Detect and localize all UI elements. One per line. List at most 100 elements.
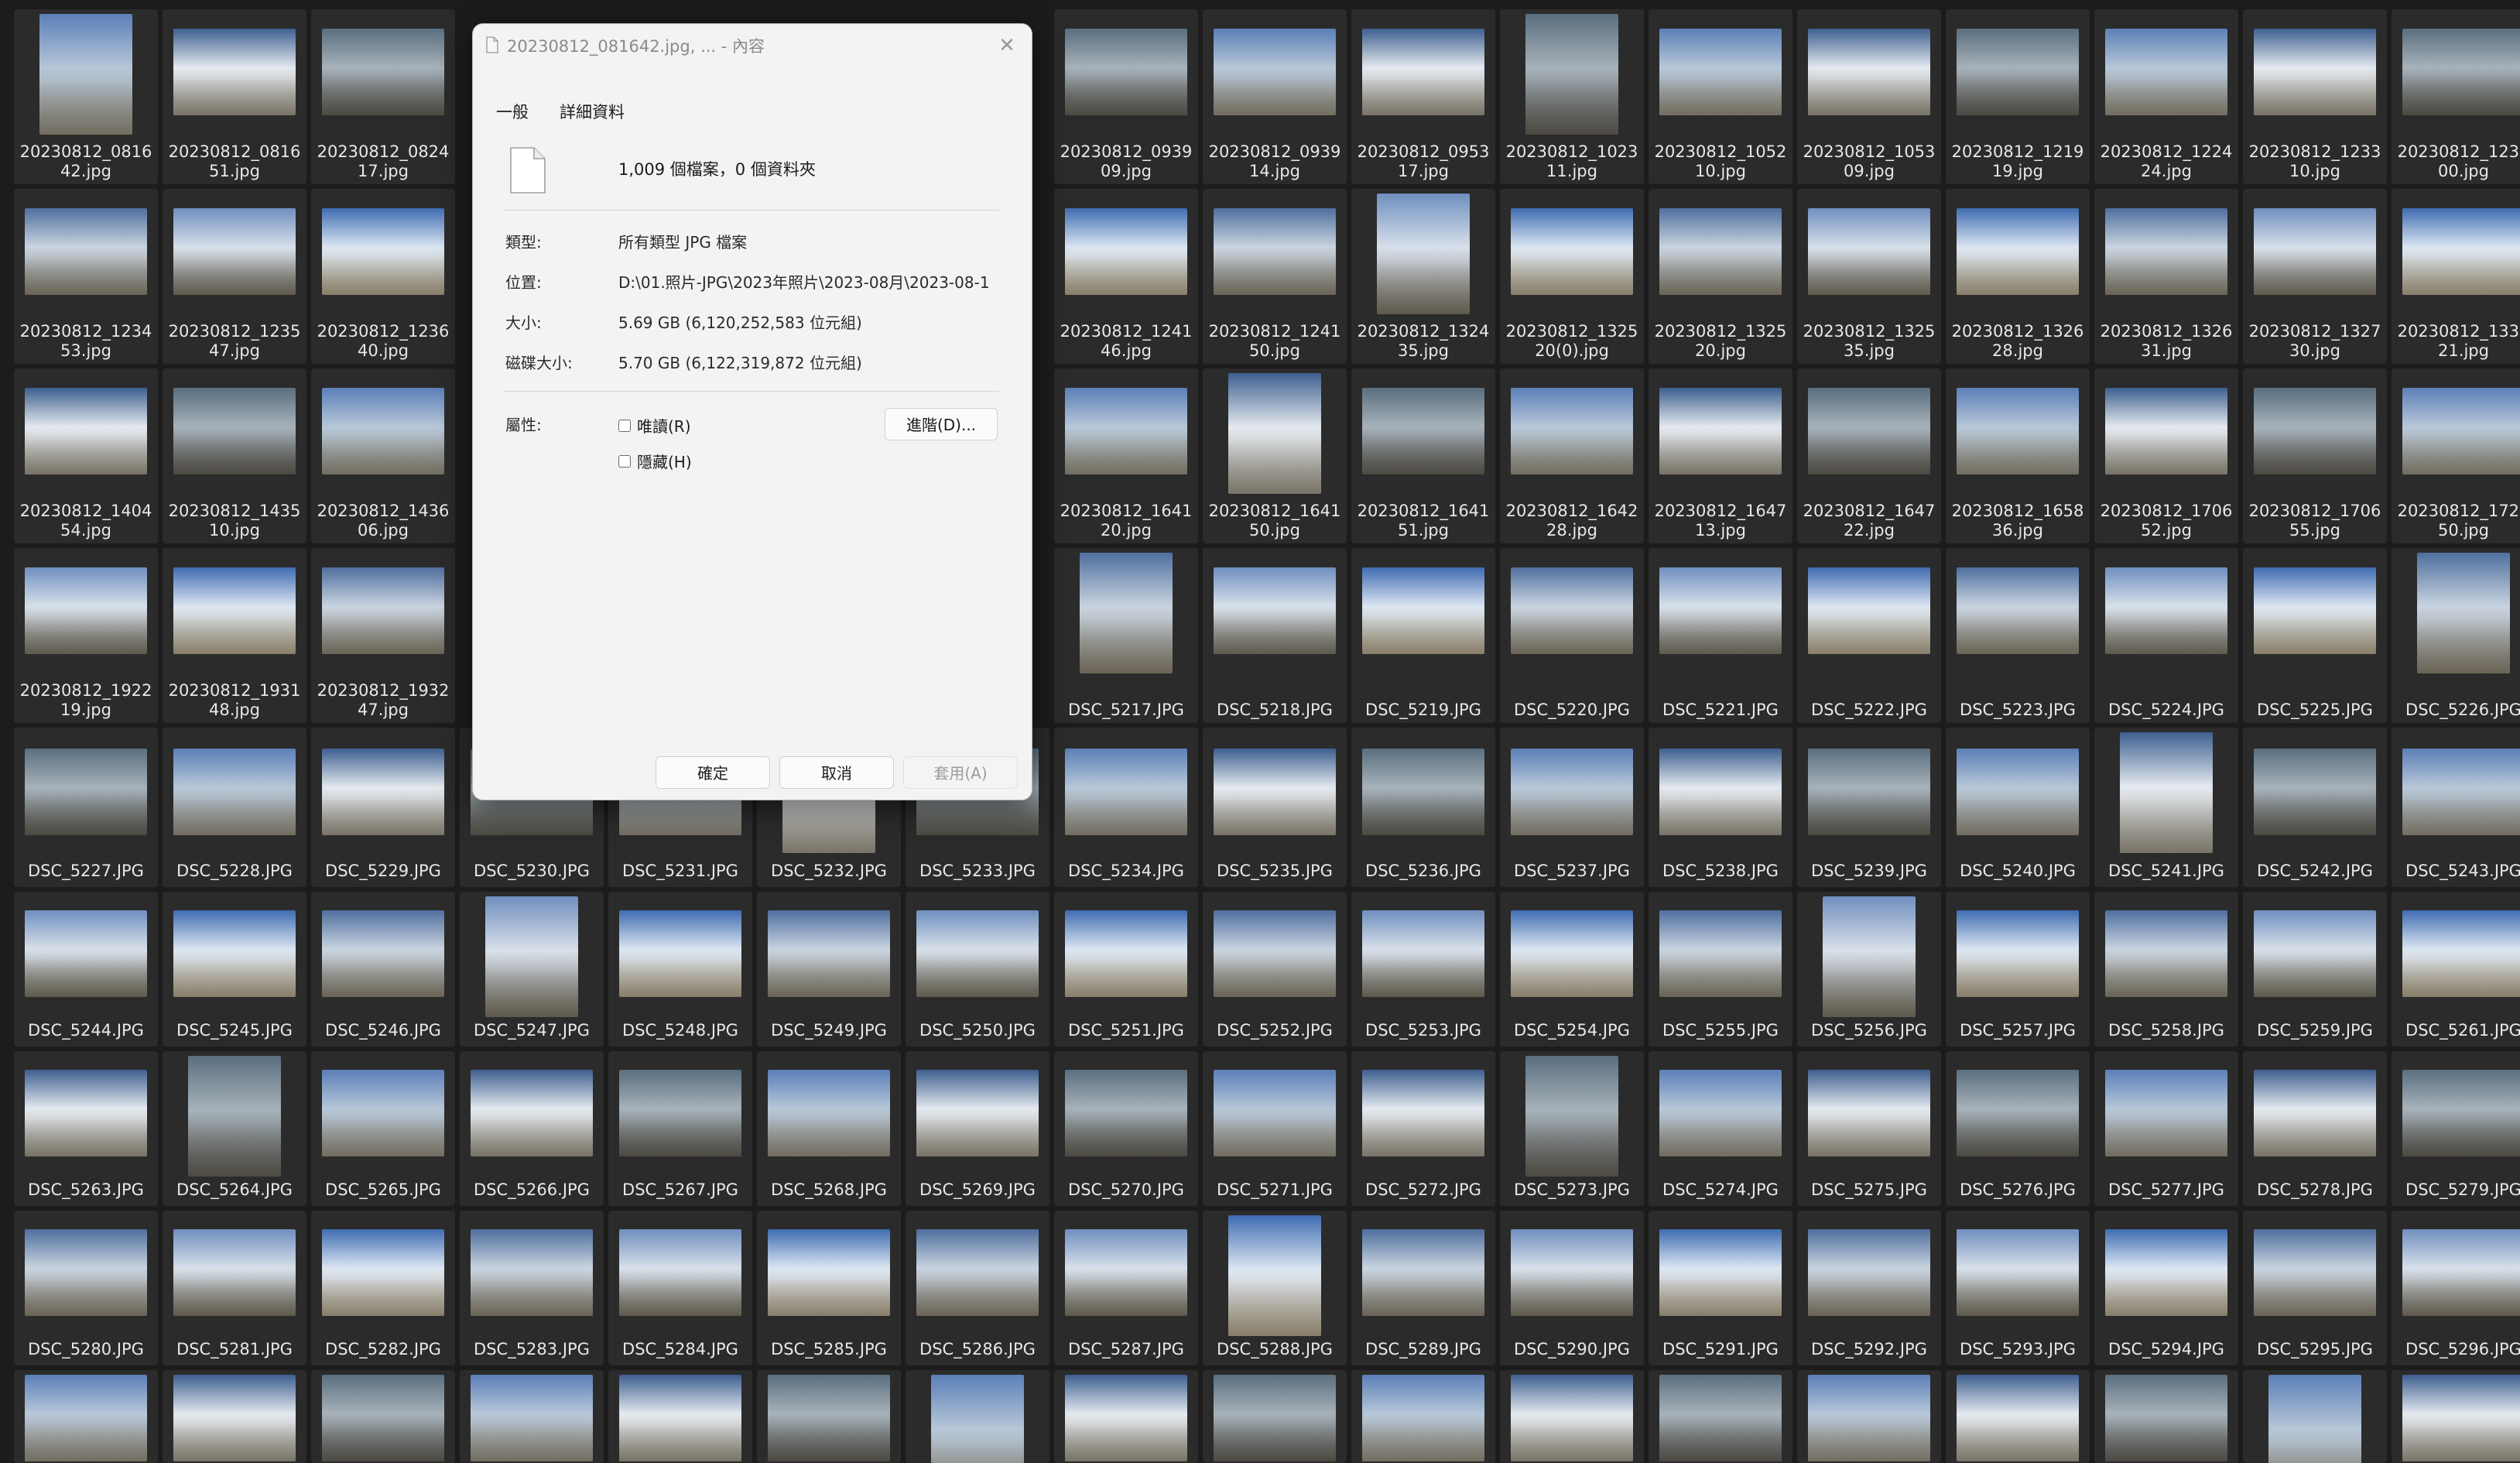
file-tile[interactable]: DSC_5255.JPG: [1649, 892, 1792, 1047]
file-tile[interactable]: [163, 1370, 306, 1463]
tab-general[interactable]: 一般: [496, 100, 529, 123]
file-tile[interactable]: 20230812_1641 50.jpg: [1203, 368, 1347, 543]
file-tile[interactable]: DSC_5238.JPG: [1649, 728, 1792, 887]
file-tile[interactable]: 20230812_0816 42.jpg: [14, 9, 158, 184]
checkbox-box[interactable]: [618, 454, 631, 468]
file-tile[interactable]: DSC_5267.JPG: [608, 1051, 752, 1206]
file-tile[interactable]: DSC_5226.JPG: [2392, 548, 2520, 723]
file-tile[interactable]: [1649, 1370, 1792, 1463]
file-tile[interactable]: DSC_5273.JPG: [1500, 1051, 1644, 1206]
file-tile[interactable]: DSC_5268.JPG: [757, 1051, 901, 1206]
file-tile[interactable]: DSC_5295.JPG: [2243, 1211, 2387, 1365]
apply-button[interactable]: 套用(A): [903, 756, 1018, 789]
file-tile[interactable]: DSC_5223.JPG: [1946, 548, 2090, 723]
file-tile[interactable]: 20230812_1241 50.jpg: [1203, 189, 1347, 364]
file-tile[interactable]: DSC_5266.JPG: [460, 1051, 604, 1206]
file-tile[interactable]: DSC_5281.JPG: [163, 1211, 306, 1365]
file-tile[interactable]: [311, 1370, 455, 1463]
file-tile[interactable]: DSC_5265.JPG: [311, 1051, 455, 1206]
file-tile[interactable]: [1500, 1370, 1644, 1463]
file-tile[interactable]: DSC_5236.JPG: [1351, 728, 1495, 887]
file-tile[interactable]: DSC_5270.JPG: [1054, 1051, 1198, 1206]
file-tile[interactable]: DSC_5263.JPG: [14, 1051, 158, 1206]
file-tile[interactable]: 20230812_1234 53.jpg: [14, 189, 158, 364]
file-tile[interactable]: 20230812_0939 14.jpg: [1203, 9, 1347, 184]
file-tile[interactable]: 20230812_1023 11.jpg: [1500, 9, 1644, 184]
file-tile[interactable]: DSC_5280.JPG: [14, 1211, 158, 1365]
file-tile[interactable]: DSC_5275.JPG: [1797, 1051, 1941, 1206]
file-tile[interactable]: 20230812_1647 13.jpg: [1649, 368, 1792, 543]
file-tile[interactable]: 20230812_1325 20.jpg: [1649, 189, 1792, 364]
file-tile[interactable]: DSC_5296.JPG: [2392, 1211, 2520, 1365]
file-tile[interactable]: DSC_5272.JPG: [1351, 1051, 1495, 1206]
file-tile[interactable]: [906, 1370, 1049, 1463]
file-tile[interactable]: [2094, 1370, 2238, 1463]
file-tile[interactable]: DSC_5225.JPG: [2243, 548, 2387, 723]
file-tile[interactable]: DSC_5259.JPG: [2243, 892, 2387, 1047]
file-tile[interactable]: DSC_5249.JPG: [757, 892, 901, 1047]
file-tile[interactable]: DSC_5291.JPG: [1649, 1211, 1792, 1365]
file-tile[interactable]: DSC_5218.JPG: [1203, 548, 1347, 723]
file-tile[interactable]: DSC_5227.JPG: [14, 728, 158, 887]
file-tile[interactable]: DSC_5221.JPG: [1649, 548, 1792, 723]
file-tile[interactable]: 20230812_1233 10.jpg: [2243, 9, 2387, 184]
file-tile[interactable]: DSC_5278.JPG: [2243, 1051, 2387, 1206]
file-tile[interactable]: DSC_5284.JPG: [608, 1211, 752, 1365]
ok-button[interactable]: 確定: [656, 756, 770, 789]
file-tile[interactable]: DSC_5289.JPG: [1351, 1211, 1495, 1365]
file-tile[interactable]: 20230812_1642 28.jpg: [1500, 368, 1644, 543]
file-tile[interactable]: DSC_5241.JPG: [2094, 728, 2238, 887]
file-tile[interactable]: DSC_5237.JPG: [1500, 728, 1644, 887]
file-tile[interactable]: DSC_5264.JPG: [163, 1051, 306, 1206]
file-tile[interactable]: DSC_5217.JPG: [1054, 548, 1198, 723]
checkbox-box[interactable]: [618, 419, 631, 432]
file-tile[interactable]: 20230812_1326 31.jpg: [2094, 189, 2238, 364]
file-tile[interactable]: DSC_5279.JPG: [2392, 1051, 2520, 1206]
cancel-button[interactable]: 取消: [779, 756, 894, 789]
file-tile[interactable]: [2392, 1370, 2520, 1463]
file-tile[interactable]: 20230812_1726 50.jpg: [2392, 368, 2520, 543]
file-tile[interactable]: 20230812_1706 55.jpg: [2243, 368, 2387, 543]
file-tile[interactable]: DSC_5248.JPG: [608, 892, 752, 1047]
file-tile[interactable]: DSC_5229.JPG: [311, 728, 455, 887]
file-tile[interactable]: DSC_5245.JPG: [163, 892, 306, 1047]
file-tile[interactable]: 20230812_1053 09.jpg: [1797, 9, 1941, 184]
file-tile[interactable]: DSC_5292.JPG: [1797, 1211, 1941, 1365]
file-tile[interactable]: DSC_5242.JPG: [2243, 728, 2387, 887]
file-tile[interactable]: [1946, 1370, 2090, 1463]
file-tile[interactable]: DSC_5234.JPG: [1054, 728, 1198, 887]
file-tile[interactable]: 20230812_1330 21.jpg: [2392, 189, 2520, 364]
file-tile[interactable]: 20230812_1235 47.jpg: [163, 189, 306, 364]
file-tile[interactable]: 20230812_0824 17.jpg: [311, 9, 455, 184]
file-tile[interactable]: 20230812_1706 52.jpg: [2094, 368, 2238, 543]
file-tile[interactable]: DSC_5224.JPG: [2094, 548, 2238, 723]
file-tile[interactable]: DSC_5282.JPG: [311, 1211, 455, 1365]
file-tile[interactable]: 20230812_1324 35.jpg: [1351, 189, 1495, 364]
file-tile[interactable]: 20230812_1236 40.jpg: [311, 189, 455, 364]
tab-details[interactable]: 詳細資料: [560, 100, 625, 123]
file-tile[interactable]: DSC_5219.JPG: [1351, 548, 1495, 723]
file-tile[interactable]: 20230812_1326 28.jpg: [1946, 189, 2090, 364]
readonly-checkbox[interactable]: 唯讀(R): [618, 414, 691, 437]
file-tile[interactable]: DSC_5246.JPG: [311, 892, 455, 1047]
file-tile[interactable]: [1203, 1370, 1347, 1463]
file-tile[interactable]: DSC_5287.JPG: [1054, 1211, 1198, 1365]
file-tile[interactable]: DSC_5276.JPG: [1946, 1051, 2090, 1206]
file-tile[interactable]: [460, 1370, 604, 1463]
file-tile[interactable]: DSC_5286.JPG: [906, 1211, 1049, 1365]
file-tile[interactable]: 20230812_1325 20(0).jpg: [1500, 189, 1644, 364]
file-tile[interactable]: 20230812_1931 48.jpg: [163, 548, 306, 723]
advanced-button[interactable]: 進階(D)...: [885, 408, 998, 440]
file-tile[interactable]: [1797, 1370, 1941, 1463]
file-tile[interactable]: [14, 1370, 158, 1463]
file-tile[interactable]: 20230812_1325 35.jpg: [1797, 189, 1941, 364]
file-tile[interactable]: 20230812_0953 17.jpg: [1351, 9, 1495, 184]
file-tile[interactable]: [1351, 1370, 1495, 1463]
file-tile[interactable]: 20230812_1658 36.jpg: [1946, 368, 2090, 543]
file-tile[interactable]: DSC_5283.JPG: [460, 1211, 604, 1365]
file-tile[interactable]: 20230812_1932 47.jpg: [311, 548, 455, 723]
file-tile[interactable]: DSC_5253.JPG: [1351, 892, 1495, 1047]
file-tile[interactable]: DSC_5277.JPG: [2094, 1051, 2238, 1206]
file-tile[interactable]: 20230812_1234 00.jpg: [2392, 9, 2520, 184]
hidden-checkbox[interactable]: 隱藏(H): [618, 450, 692, 472]
